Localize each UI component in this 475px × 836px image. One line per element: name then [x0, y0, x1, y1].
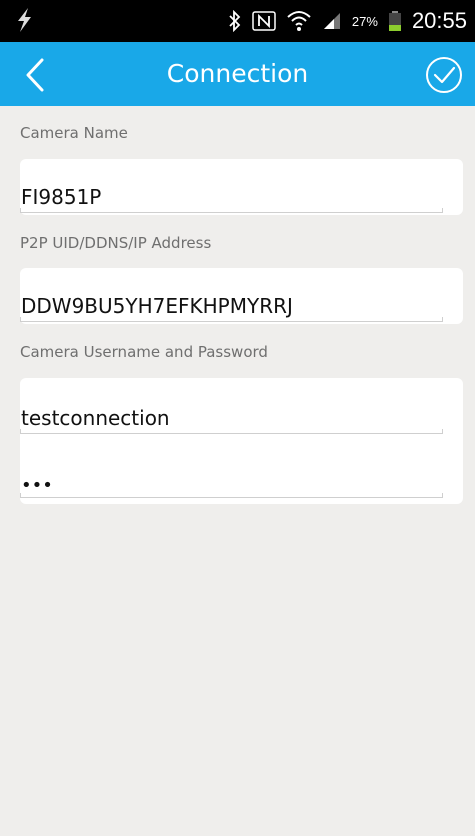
address-value: DDW9BU5YH7EFKHPMYRRJ — [21, 294, 293, 318]
signal-icon — [322, 11, 342, 31]
camera-name-value: FI9851P — [21, 185, 102, 209]
camera-name-input[interactable]: FI9851P — [20, 185, 453, 213]
camera-name-label: Camera Name — [20, 124, 128, 142]
page-title: Connection — [166, 59, 309, 88]
address-card: DDW9BU5YH7EFKHPMYRRJ — [20, 268, 463, 324]
bluetooth-icon — [228, 10, 242, 32]
username-input[interactable]: testconnection — [20, 406, 453, 434]
password-input[interactable]: ••• — [20, 470, 453, 498]
battery-percent: 27% — [351, 13, 378, 29]
flash-icon — [14, 7, 34, 38]
password-value: ••• — [21, 475, 53, 496]
app-bar: Connection — [0, 42, 475, 106]
confirm-button[interactable] — [425, 56, 463, 94]
credentials-label: Camera Username and Password — [20, 343, 268, 361]
address-label: P2P UID/DDNS/IP Address — [20, 234, 212, 252]
nfc-icon — [252, 10, 276, 32]
wifi-icon — [286, 9, 312, 33]
camera-name-card: FI9851P — [20, 159, 463, 215]
underline — [20, 493, 443, 498]
clock: 20:55 — [411, 8, 467, 33]
credentials-card: testconnection ••• — [20, 378, 463, 504]
underline — [20, 429, 443, 434]
status-bar: 27% 20:55 — [0, 0, 475, 42]
username-value: testconnection — [21, 406, 170, 430]
underline — [20, 317, 443, 322]
check-circle-icon — [426, 57, 462, 93]
battery-icon — [388, 10, 402, 32]
address-input[interactable]: DDW9BU5YH7EFKHPMYRRJ — [20, 294, 453, 322]
underline — [20, 208, 443, 213]
